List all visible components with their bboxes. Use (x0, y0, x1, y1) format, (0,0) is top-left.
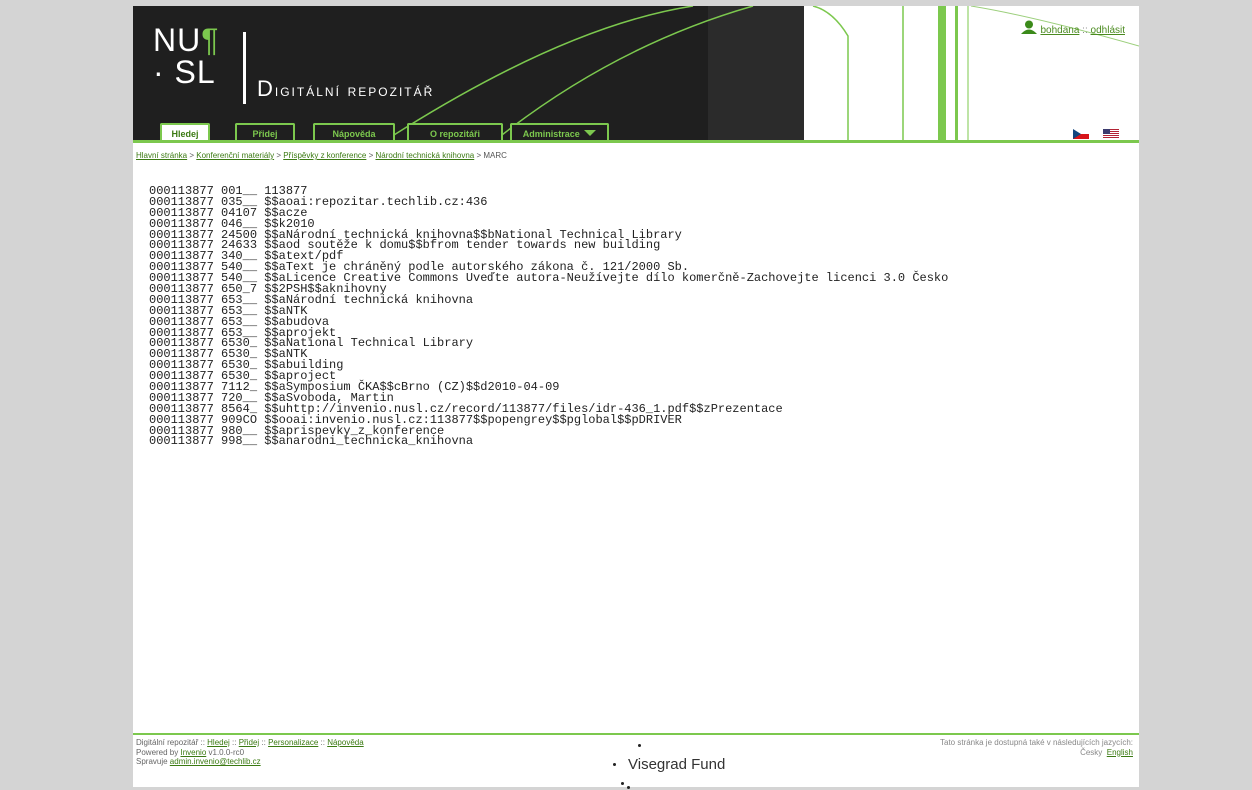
breadcrumb-separator: > (474, 151, 484, 160)
breadcrumb-link[interactable]: Národní technická knihovna (376, 151, 475, 160)
tab-o-repozitari[interactable]: O repozitáři (407, 123, 503, 141)
breadcrumb-current: MARC (483, 151, 507, 160)
language-current: Česky (1080, 747, 1103, 757)
breadcrumb-separator: > (187, 151, 197, 160)
maintained-label: Spravuje (136, 757, 170, 766)
breadcrumb-separator: > (366, 151, 376, 160)
breadcrumb: Hlavní stránka > Konferenční materiály >… (136, 151, 507, 160)
admin-email-link[interactable]: admin.invenio@techlib.cz (170, 757, 261, 766)
marc-field-line: 000113877 998__ $$anarodni_technicka_kni… (149, 434, 474, 449)
logo-divider (243, 32, 246, 104)
visegrad-dot (627, 786, 630, 789)
tab-label: Nápověda (332, 129, 376, 139)
language-note: Tato stránka je dostupná také v následuj… (940, 738, 1133, 747)
user-separator: :: (1079, 25, 1091, 36)
logout-link[interactable]: odhlásit (1091, 25, 1125, 36)
user-icon (1021, 20, 1038, 34)
user-box: bohdana :: odhlásit (1021, 20, 1125, 36)
breadcrumb-separator: > (274, 151, 284, 160)
powered-by-label: Powered by (136, 747, 181, 757)
tab-label: Hledej (171, 129, 199, 139)
header-decoration (382, 6, 1139, 142)
chevron-down-icon (584, 130, 597, 136)
footer-site-name: Digitální repozitář (136, 738, 199, 747)
marc-record: 000113877 001__ 113877 000113877 035__ $$… (149, 185, 948, 449)
tab-label: Přidej (252, 129, 278, 139)
logo-mark: ¶ (201, 22, 220, 58)
visegrad-fund-text: Visegrad Fund (628, 756, 726, 773)
footer-sep: :: (259, 738, 269, 747)
footer-sep: :: (229, 738, 239, 747)
breadcrumb-link[interactable]: Hlavní stránka (136, 151, 187, 160)
footer-link-napoveda[interactable]: Nápověda (327, 738, 363, 747)
logo-text-top: NU (153, 22, 202, 58)
tab-napoveda[interactable]: Nápověda (313, 123, 395, 141)
tab-pridej[interactable]: Přidej (235, 123, 295, 141)
visegrad-dot (621, 782, 624, 785)
visegrad-dot (638, 744, 641, 747)
footer-link-pridej[interactable]: Přidej (239, 738, 259, 747)
footer-sep: :: (198, 738, 208, 747)
tab-label: Administrace (522, 129, 580, 139)
username-link[interactable]: bohdana (1040, 25, 1079, 36)
logo-text-bottom: · SL (153, 54, 216, 90)
language-selector: Tato stránka je dostupná také v následuj… (940, 738, 1133, 757)
site-title-initial: D (257, 76, 275, 101)
us-flag-icon[interactable] (1103, 128, 1119, 139)
czech-flag-icon[interactable] (1072, 128, 1089, 139)
visegrad-dot (613, 763, 616, 766)
site-title: Digitální repozitář (257, 76, 434, 102)
header: NU¶ · SL Digitální repozitář bohdana :: … (133, 6, 1139, 142)
invenio-version: v1.0.0-rc0 (206, 747, 245, 757)
page: NU¶ · SL Digitální repozitář bohdana :: … (133, 6, 1139, 790)
tab-label: O repozitáři (429, 129, 480, 139)
footer-links: Digitální repozitář :: Hledej :: Přidej … (136, 738, 364, 767)
logo[interactable]: NU¶ · SL (153, 24, 219, 88)
footer-sep: :: (318, 738, 328, 747)
header-underline (133, 140, 1139, 143)
breadcrumb-link[interactable]: Konferenční materiály (196, 151, 274, 160)
breadcrumb-link[interactable]: Příspěvky z konference (283, 151, 366, 160)
site-title-rest: igitální repozitář (274, 81, 435, 100)
language-english-link[interactable]: English (1107, 748, 1133, 757)
visegrad-fund-logo[interactable]: Visegrad Fund (603, 740, 743, 790)
invenio-link[interactable]: Invenio (180, 748, 206, 757)
tab-administrace[interactable]: Administrace (510, 123, 609, 141)
footer-link-personalizace[interactable]: Personalizace (268, 738, 318, 747)
footer-link-hledej[interactable]: Hledej (207, 738, 230, 747)
footer-divider (133, 733, 1139, 735)
